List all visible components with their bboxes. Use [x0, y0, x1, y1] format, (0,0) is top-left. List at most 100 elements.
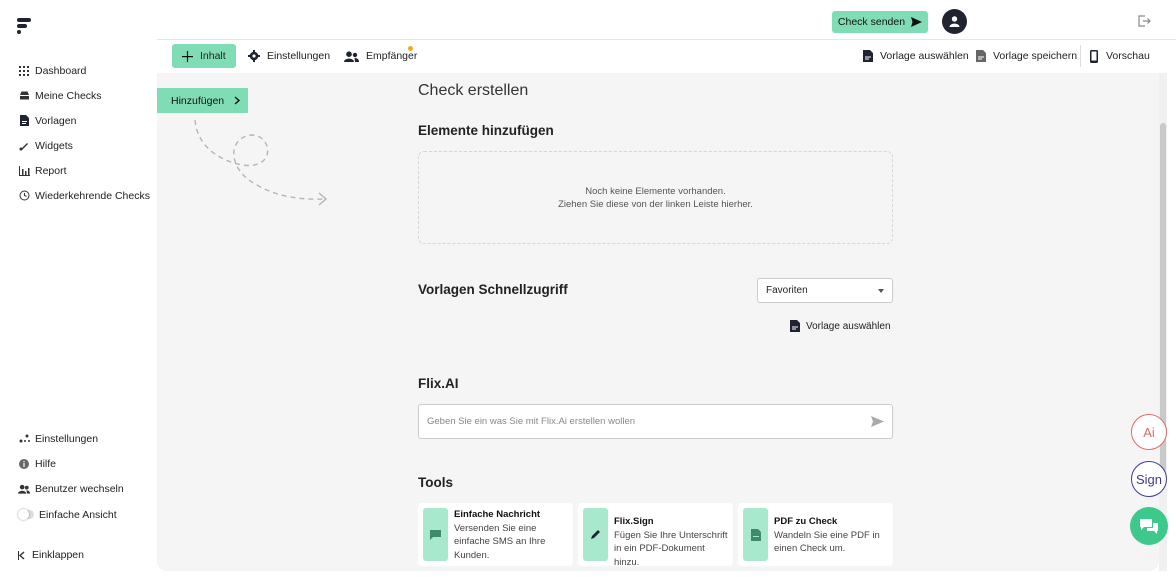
toolbar-divider	[1080, 45, 1081, 67]
quick-access-heading: Vorlagen Schnellzugriff	[418, 282, 568, 297]
add-element-label: Hinzufügen	[171, 94, 225, 107]
settings-icon	[18, 433, 30, 445]
save-template-button[interactable]: Vorlage speichern	[976, 44, 1077, 68]
chat-icon	[1140, 518, 1158, 534]
pen-icon	[583, 508, 608, 561]
clock-icon	[18, 190, 30, 202]
tool-pdf-zu-check[interactable]: PDF zu Check Wandeln Sie eine PDF in ein…	[738, 503, 893, 566]
send-check-button[interactable]: Check senden	[832, 11, 928, 33]
bar-chart-icon	[18, 165, 30, 177]
simple-view-toggle[interactable]: Einfache Ansicht	[0, 502, 157, 527]
sidebar-item-widgets[interactable]: Widgets	[0, 133, 157, 158]
sidebar-item-label: Dashboard	[35, 64, 87, 77]
message-icon	[423, 508, 448, 561]
simple-view-label: Einfache Ansicht	[39, 508, 117, 521]
sidebar-bottom: Einstellungen Hilfe Benutzer wechseln Ei…	[0, 426, 157, 527]
flix-ai-heading: Flix.AI	[418, 376, 459, 391]
elements-heading: Elemente hinzufügen	[418, 123, 554, 138]
avatar[interactable]	[942, 9, 967, 34]
sidebar-item-label: Meine Checks	[35, 89, 102, 102]
tool-description: einfache SMS an Ihre	[454, 536, 546, 547]
sidebar-item-vorlagen[interactable]: Vorlagen	[0, 108, 157, 133]
tool-description: Kunden.	[454, 549, 490, 561]
sidebar-item-label: Wiederkehrende Checks	[35, 189, 150, 202]
sidebar-item-wiederkehrende-checks[interactable]: Wiederkehrende Checks	[0, 183, 157, 208]
notification-dot	[408, 46, 413, 51]
grid-icon	[18, 65, 30, 77]
document-icon	[790, 320, 800, 332]
toggle-switch[interactable]	[18, 509, 34, 520]
sidebar-item-hilfe[interactable]: Hilfe	[0, 451, 157, 476]
choose-template-link-label: Vorlage auswählen	[806, 320, 891, 332]
save-template-label: Vorlage speichern	[993, 50, 1078, 62]
phone-icon	[1090, 49, 1098, 63]
tab-label: Inhalt	[200, 50, 226, 62]
tool-description: Versenden Sie eine	[454, 522, 537, 534]
sidebar-item-label: Widgets	[35, 139, 73, 152]
document-save-icon	[976, 50, 986, 62]
tab-inhalt[interactable]: Inhalt	[172, 44, 236, 68]
add-element-button[interactable]: Hinzufügen	[157, 88, 248, 113]
element-dropzone[interactable]: Noch keine Elemente vorhanden. Ziehen Si…	[418, 151, 893, 244]
tool-description: Fügen Sie Ihre Unterschrift	[614, 529, 728, 541]
users-icon	[18, 483, 30, 495]
user-icon	[949, 16, 960, 27]
ai-assistant-button[interactable]: Ai	[1131, 414, 1167, 450]
sign-button-label: Sign	[1135, 471, 1163, 487]
flix-ai-input[interactable]: Geben Sie ein was Sie mit Flix.Ai erstel…	[418, 404, 893, 439]
top-header: Check senden	[157, 0, 1176, 40]
logout-icon[interactable]	[1137, 14, 1151, 28]
flix-ai-placeholder: Geben Sie ein was Sie mit Flix.Ai erstel…	[427, 416, 636, 427]
send-icon	[911, 17, 923, 27]
sidebar-item-label: Hilfe	[35, 457, 57, 470]
gear-icon	[248, 50, 260, 62]
page-title: Check erstellen	[418, 82, 529, 99]
sidebar-item-label: Vorlagen	[35, 114, 77, 127]
tools-heading: Tools	[418, 475, 453, 490]
sidebar-item-benutzer-wechseln[interactable]: Benutzer wechseln	[0, 476, 157, 501]
tab-einstellungen[interactable]: Einstellungen	[248, 44, 330, 68]
plus-icon	[182, 50, 193, 62]
sidebar-item-report[interactable]: Report	[0, 158, 157, 183]
send-check-label: Check senden	[837, 16, 906, 28]
choose-template-link[interactable]: Vorlage auswählen	[790, 320, 891, 332]
app-logo[interactable]	[16, 17, 34, 35]
document-icon	[18, 115, 30, 127]
chevron-right-icon	[234, 96, 241, 105]
editor-canvas: Hinzufügen Check erstellen Elemente hinz…	[157, 73, 1159, 571]
sidebar-item-label: Benutzer wechseln	[35, 482, 124, 495]
vertical-scrollbar[interactable]	[1159, 73, 1167, 571]
empty-state-line1: Noch keine Elemente vorhanden.	[585, 185, 726, 197]
tab-label: Einstellungen	[267, 50, 331, 62]
collapse-button[interactable]: Einklappen	[18, 549, 84, 561]
template-filter-select[interactable]: Favoriten	[757, 278, 893, 303]
send-icon[interactable]	[871, 416, 884, 427]
choose-template-label: Vorlage auswählen	[880, 50, 969, 62]
sidebar-nav: Dashboard Meine Checks Vorlagen Widgets …	[0, 58, 157, 208]
chat-button[interactable]	[1130, 507, 1168, 545]
sidebar: Dashboard Meine Checks Vorlagen Widgets …	[0, 0, 157, 585]
ai-button-label: Ai	[1143, 424, 1155, 440]
sidebar-item-label: Einstellungen	[35, 432, 99, 445]
tool-description: in ein PDF-Dokument hinzu.	[614, 543, 705, 568]
tool-title: Flix.Sign	[614, 516, 654, 527]
sidebar-item-einstellungen[interactable]: Einstellungen	[0, 426, 157, 451]
collapse-label: Einklappen	[32, 549, 84, 561]
sidebar-item-dashboard[interactable]: Dashboard	[0, 58, 157, 83]
choose-template-button[interactable]: Vorlage auswählen	[863, 44, 969, 68]
chevron-down-icon	[878, 289, 884, 293]
inbox-icon	[18, 90, 30, 102]
sign-button[interactable]: Sign	[1131, 461, 1167, 497]
select-value: Favoriten	[766, 285, 808, 296]
tool-flix-sign[interactable]: Flix.Sign Fügen Sie Ihre Unterschrift in…	[578, 503, 733, 568]
chevron-left-icon	[18, 550, 25, 560]
document-icon	[863, 50, 873, 62]
puzzle-icon	[18, 140, 30, 152]
dashed-arrow-decoration	[194, 119, 328, 206]
tab-empfaenger[interactable]: Empfänger	[344, 44, 417, 68]
sidebar-item-meine-checks[interactable]: Meine Checks	[0, 83, 157, 108]
info-icon	[18, 458, 30, 470]
users-icon	[344, 50, 359, 62]
tool-einfache-nachricht[interactable]: Einfache Nachricht Versenden Sie eine ei…	[418, 503, 573, 566]
preview-button[interactable]: Vorschau	[1090, 44, 1150, 68]
